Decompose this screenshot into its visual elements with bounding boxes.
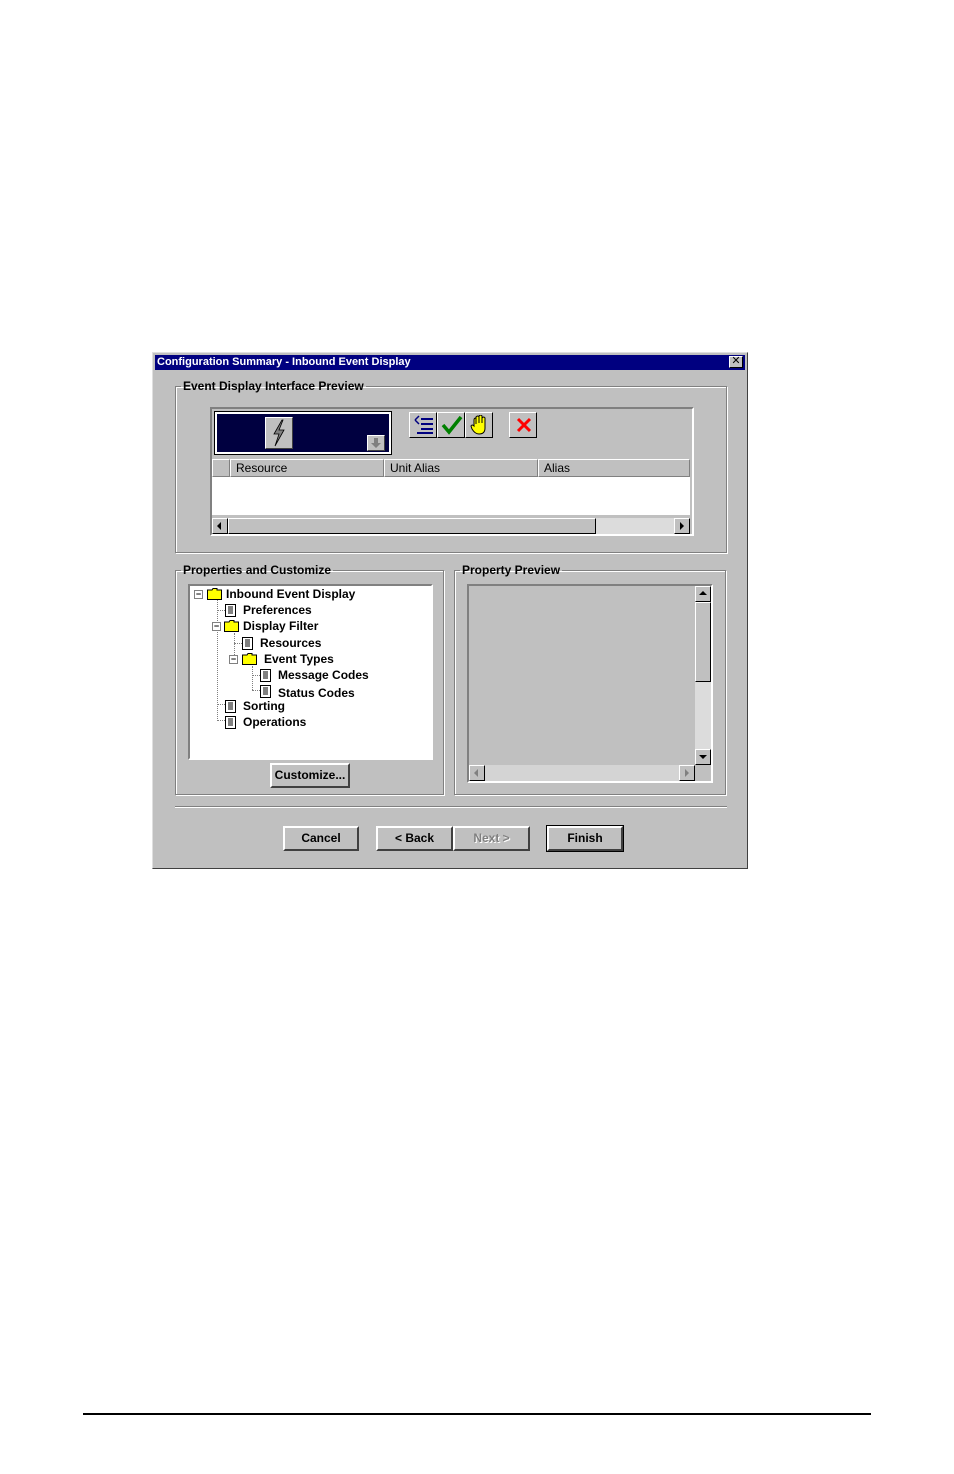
hand-icon	[470, 415, 486, 435]
preview-toolbar	[212, 409, 690, 459]
property-preview-vertical-scrollbar[interactable]	[695, 586, 711, 765]
folder-icon	[242, 653, 257, 665]
vertical-scroll-thumb[interactable]	[695, 602, 711, 682]
title-bar: Configuration Summary - Inbound Event Di…	[155, 355, 745, 370]
scroll-right-button[interactable]	[674, 518, 690, 534]
tree-node-label: Resources	[260, 636, 322, 650]
down-arrow-icon	[371, 438, 381, 448]
column-header-unit-alias[interactable]: Unit Alias	[384, 459, 538, 477]
page-footer-rule	[83, 1413, 871, 1415]
tree-line	[217, 704, 225, 705]
delete-x-icon	[516, 417, 532, 433]
hold-button[interactable]	[465, 412, 493, 438]
preview-horizontal-scrollbar[interactable]	[212, 518, 690, 534]
finish-button[interactable]: Finish	[546, 825, 624, 852]
cancel-button[interactable]: Cancel	[283, 826, 359, 851]
scroll-down-button[interactable]	[695, 749, 711, 765]
event-indicator-panel	[214, 411, 392, 455]
tree-line	[252, 666, 253, 690]
preview-panel: Resource Unit Alias Alias	[210, 407, 694, 536]
scroll-left-button[interactable]	[212, 518, 228, 534]
folder-icon	[207, 588, 222, 600]
property-preview-group-legend: Property Preview	[462, 563, 561, 577]
properties-tree-frame: − Inbound Event Display Preferences − Di…	[188, 584, 433, 760]
document-icon	[225, 700, 236, 713]
lightning-icon	[273, 419, 285, 447]
arrow-right-icon	[680, 522, 684, 530]
tree-line	[217, 600, 218, 721]
column-header-alias[interactable]: Alias	[538, 459, 690, 477]
close-icon: ✕	[731, 355, 741, 367]
tree-line	[217, 720, 225, 721]
property-preview-horizontal-scrollbar[interactable]	[469, 765, 695, 781]
dropdown-button[interactable]	[367, 435, 385, 451]
back-button[interactable]: < Back	[376, 826, 453, 851]
arrow-right-icon	[685, 769, 689, 777]
preview-group-legend: Event Display Interface Preview	[183, 379, 364, 393]
properties-tree[interactable]: − Inbound Event Display Preferences − Di…	[190, 586, 431, 758]
window-title: Configuration Summary - Inbound Event Di…	[157, 356, 411, 368]
column-header-row-selector[interactable]	[212, 459, 230, 477]
tree-node-label: Operations	[243, 715, 307, 729]
customize-button[interactable]: Customize...	[270, 763, 350, 788]
collapse-toggle[interactable]: −	[194, 590, 203, 599]
tree-line	[234, 643, 242, 644]
select-list-icon	[414, 415, 433, 434]
grid-body	[212, 477, 690, 515]
tree-node-label: Event Types	[264, 652, 334, 666]
close-button[interactable]: ✕	[729, 356, 743, 368]
tree-node-label: Message Codes	[278, 668, 369, 682]
tree-node-label: Sorting	[243, 699, 285, 713]
arrow-down-icon	[699, 755, 707, 759]
tree-node-label: Preferences	[243, 603, 312, 617]
tree-line	[252, 675, 260, 676]
document-icon	[260, 685, 271, 698]
collapse-toggle[interactable]: −	[229, 655, 238, 664]
grid-header: Resource Unit Alias Alias	[212, 459, 690, 477]
column-header-resource[interactable]: Resource	[230, 459, 384, 477]
accept-button[interactable]	[437, 412, 465, 438]
folder-icon	[224, 620, 239, 632]
arrow-left-icon	[217, 522, 221, 530]
scroll-left-button[interactable]	[469, 765, 485, 781]
document-icon	[225, 604, 236, 617]
scroll-right-button[interactable]	[679, 765, 695, 781]
select-list-button[interactable]	[409, 412, 437, 438]
scroll-thumb[interactable]	[228, 518, 596, 534]
checkmark-icon	[441, 415, 463, 435]
document-icon	[260, 669, 271, 682]
arrow-up-icon	[699, 591, 707, 595]
tree-node-label: Display Filter	[243, 619, 319, 633]
tree-line	[252, 690, 260, 691]
next-button[interactable]: Next >	[453, 826, 530, 851]
tree-line	[217, 610, 225, 611]
property-preview-pane	[467, 584, 713, 783]
scroll-up-button[interactable]	[695, 586, 711, 602]
arrow-left-icon	[474, 769, 478, 777]
tree-node-label: Inbound Event Display	[226, 587, 356, 601]
button-separator	[175, 806, 727, 808]
collapse-toggle[interactable]: −	[212, 622, 221, 631]
configuration-summary-dialog: Configuration Summary - Inbound Event Di…	[152, 352, 748, 869]
lightning-button[interactable]	[265, 417, 293, 449]
tree-node-label: Status Codes	[278, 686, 355, 700]
properties-group-legend: Properties and Customize	[183, 563, 332, 577]
document-icon	[225, 716, 236, 729]
delete-button[interactable]	[509, 412, 537, 438]
document-icon	[242, 637, 253, 650]
